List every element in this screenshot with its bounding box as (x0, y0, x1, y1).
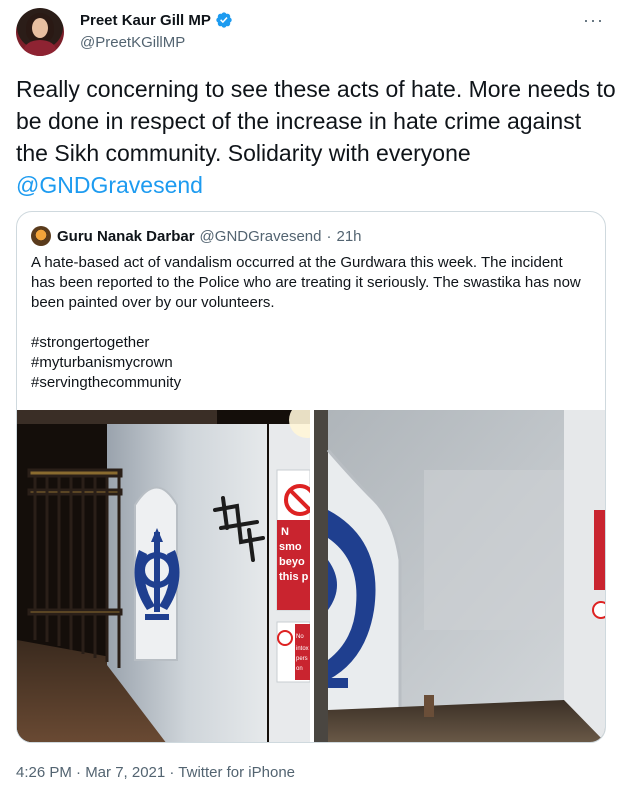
sign-text: No (296, 634, 304, 640)
sign-text: intox (296, 646, 309, 652)
sign-text: N (281, 526, 289, 538)
quoted-author-handle: @GNDGravesend (199, 227, 322, 245)
photo-2-image (314, 410, 605, 742)
quoted-time: 21h (336, 227, 362, 245)
sign-text: on (296, 666, 303, 672)
verified-badge-icon (216, 12, 232, 28)
hashtag[interactable]: #strongertogether (31, 333, 591, 353)
author-handle[interactable]: @PreetKGillMP (80, 34, 185, 51)
photo-1-image: N smo beyo this p No intox pers on (17, 410, 310, 742)
photo-2[interactable] (314, 410, 605, 742)
author-display-name[interactable]: Preet Kaur Gill MP (80, 12, 211, 29)
quoted-tweet-text: A hate-based act of vandalism occurred a… (31, 253, 591, 393)
tweet-card: Preet Kaur Gill MP @PreetKGillMP ··· Rea… (0, 0, 624, 800)
hashtag-list: #strongertogether #myturbanismycrown #se… (31, 333, 591, 393)
tweet-body: Really concerning to see these acts of h… (16, 76, 616, 166)
sign-text: beyo (279, 556, 305, 568)
sign-text: this p (279, 571, 309, 583)
quoted-separator: · (326, 227, 332, 245)
author-avatar[interactable] (16, 8, 64, 56)
photo-1[interactable]: N smo beyo this p No intox pers on (17, 410, 310, 742)
author-name-row: Preet Kaur Gill MP (80, 11, 233, 29)
sign-text: pers (296, 656, 308, 662)
hashtag[interactable]: #servingthecommunity (31, 373, 591, 393)
quoted-author-name: Guru Nanak Darbar (57, 227, 195, 245)
hashtag[interactable]: #myturbanismycrown (31, 353, 591, 373)
mention-link[interactable]: @GNDGravesend (16, 172, 203, 198)
quoted-body: A hate-based act of vandalism occurred a… (31, 254, 581, 311)
more-options-icon[interactable]: ··· (583, 10, 604, 31)
tweet-text: Really concerning to see these acts of h… (16, 73, 616, 201)
quoted-author-avatar (31, 226, 51, 246)
quoted-tweet[interactable]: Guru Nanak Darbar @GNDGravesend · 21h A … (16, 211, 606, 743)
tweet-timestamp[interactable]: 4:26 PM · Mar 7, 2021 · Twitter for iPho… (16, 764, 295, 781)
quoted-tweet-header: Guru Nanak Darbar @GNDGravesend · 21h (31, 226, 362, 246)
sign-text: smo (279, 541, 302, 553)
